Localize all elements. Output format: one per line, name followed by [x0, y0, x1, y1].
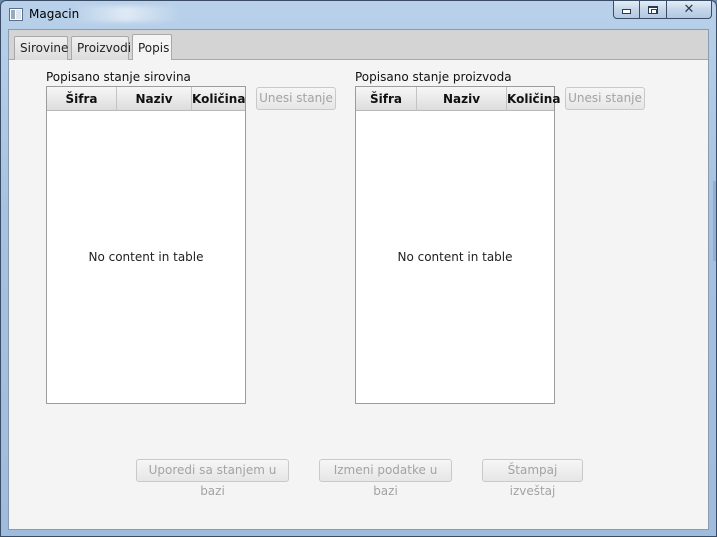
product-inventory-label: Popisano stanje proizvoda	[355, 70, 512, 84]
empty-table-placeholder: No content in table	[397, 250, 513, 264]
product-inventory-table[interactable]: Šifra Naziv Količina No content in table	[355, 86, 560, 404]
column-header-sifra[interactable]: Šifra	[47, 87, 117, 111]
table-header: Šifra Naziv Količina	[47, 87, 245, 111]
enter-raw-stock-button[interactable]: Unesi stanje	[256, 87, 336, 110]
enter-product-stock-button[interactable]: Unesi stanje	[565, 87, 645, 110]
window-border	[713, 181, 716, 261]
column-header-kolicina[interactable]: Količina	[507, 87, 560, 111]
table-header: Šifra Naziv Količina	[356, 87, 560, 111]
tab-proizvodi[interactable]: Proizvodi	[71, 36, 131, 60]
caption-buttons: ✕	[613, 1, 712, 19]
title-bar[interactable]: Magacin ✕	[1, 1, 716, 29]
title-blur	[71, 6, 181, 22]
column-header-naziv[interactable]: Naziv	[117, 87, 192, 111]
raw-inventory-label: Popisano stanje sirovina	[46, 70, 191, 84]
maximize-icon	[648, 5, 658, 14]
close-button[interactable]: ✕	[667, 1, 712, 19]
minimize-icon	[622, 9, 631, 14]
column-header-kolicina[interactable]: Količina	[192, 87, 245, 111]
minimize-button[interactable]	[613, 1, 640, 19]
tab-sirovine[interactable]: Sirovine	[14, 36, 68, 60]
tab-content-popis: Popisano stanje sirovina Šifra Naziv Kol…	[9, 60, 708, 529]
window-app-icon[interactable]	[9, 8, 23, 21]
compare-with-db-button[interactable]: Uporedi sa stanjem u bazi	[136, 459, 289, 498]
empty-table-placeholder: No content in table	[88, 250, 204, 264]
tab-popis[interactable]: Popis	[132, 34, 172, 61]
print-report-button[interactable]: Štampaj izveštaj	[482, 459, 583, 498]
modify-db-button[interactable]: Izmeni podatke u bazi	[319, 459, 452, 498]
column-header-sifra[interactable]: Šifra	[356, 87, 417, 111]
raw-inventory-table[interactable]: Šifra Naziv Količina No content in table	[46, 86, 246, 404]
app-window: Magacin ✕ Sirovine Proizvodi Popis Popis…	[0, 0, 717, 537]
close-icon: ✕	[683, 2, 695, 17]
maximize-button[interactable]	[640, 1, 667, 19]
client-area: Sirovine Proizvodi Popis Popisano stanje…	[8, 29, 709, 530]
tab-bar: Sirovine Proizvodi Popis	[9, 30, 708, 61]
window-title: Magacin	[29, 7, 80, 21]
column-header-naziv[interactable]: Naziv	[417, 87, 507, 111]
